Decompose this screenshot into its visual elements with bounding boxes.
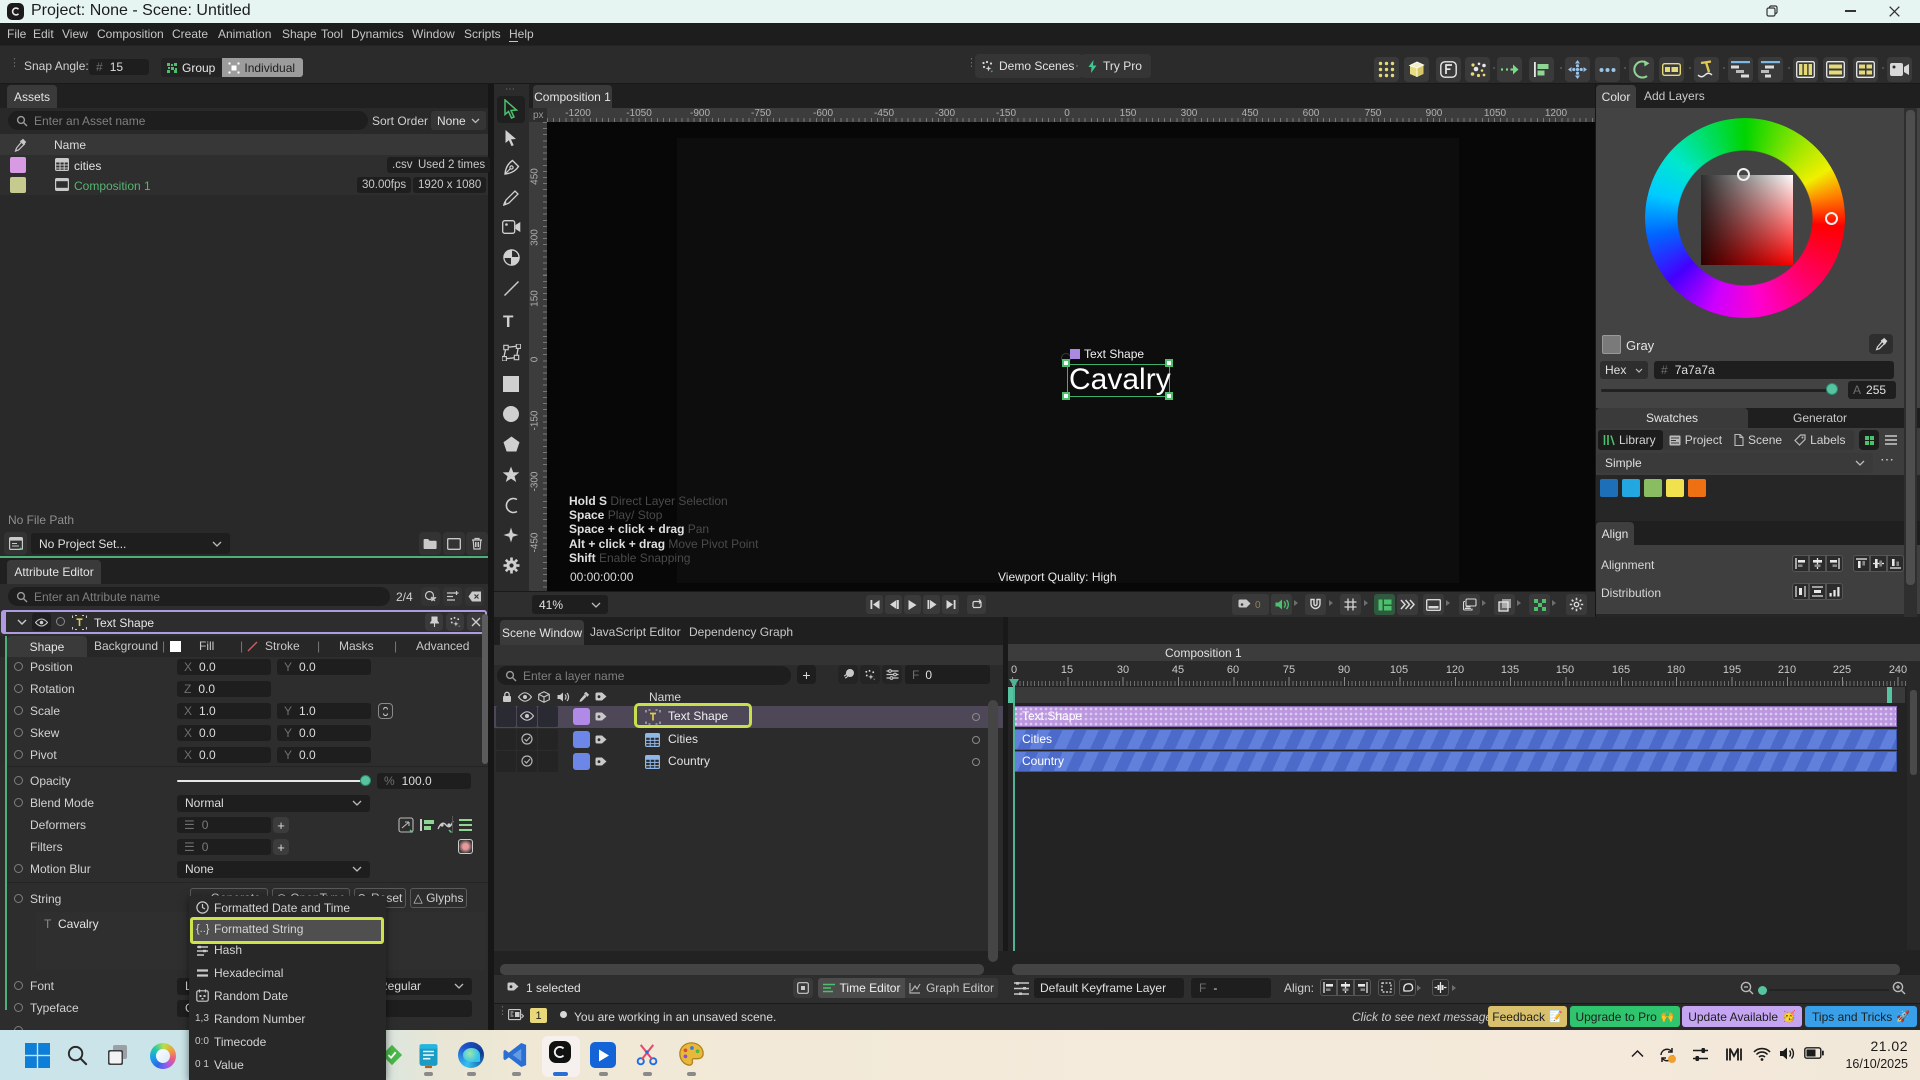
svg-text:0: 0 (1255, 600, 1261, 610)
